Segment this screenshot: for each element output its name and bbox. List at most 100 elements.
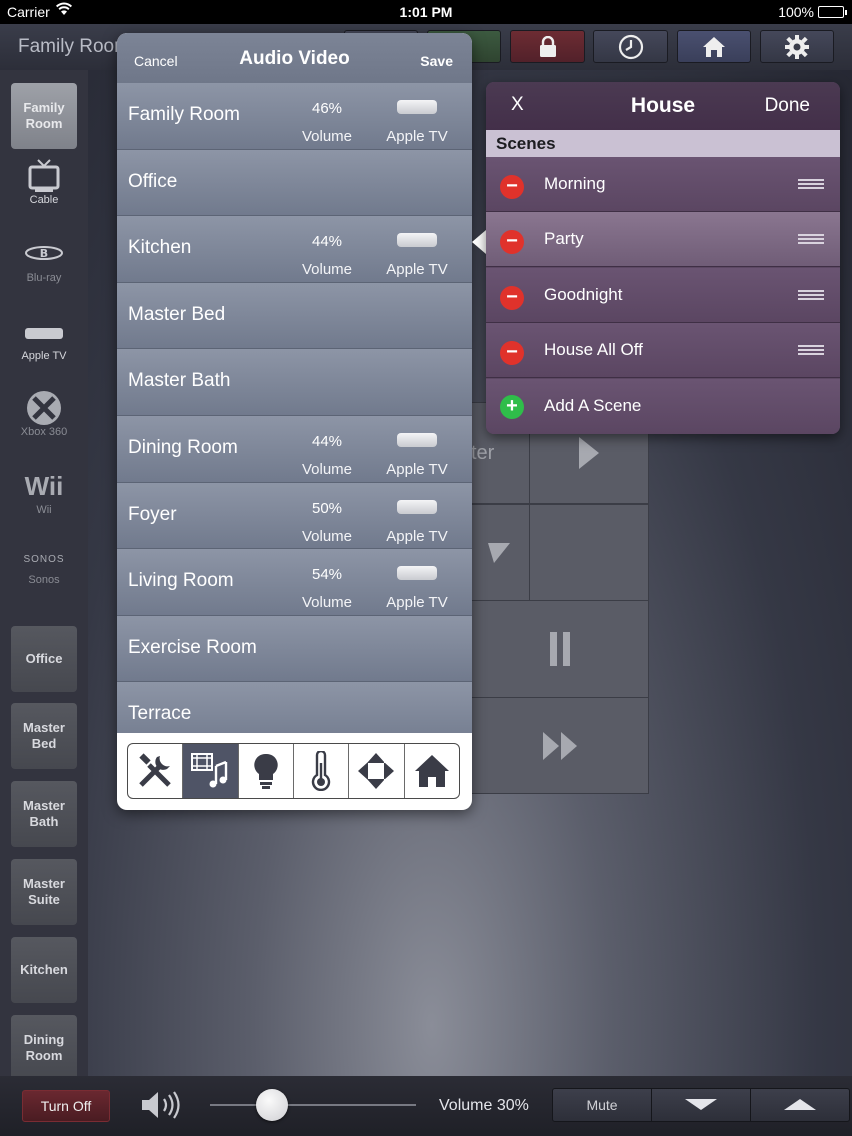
volume-slider-handle[interactable] xyxy=(255,1089,288,1121)
tab-lighting[interactable] xyxy=(239,744,294,798)
av-row-family-room[interactable]: Family Room 46% Volume Apple TV xyxy=(117,83,472,150)
sidebar-room-office[interactable]: Office xyxy=(11,626,77,692)
sidebar-room-master-bath[interactable]: Master Bath xyxy=(11,781,77,847)
svg-text:B: B xyxy=(40,247,48,260)
sidebar-source-cable[interactable]: Cable xyxy=(0,158,88,206)
sidebar-room-master-bed[interactable]: Master Bed xyxy=(11,703,77,769)
av-row-foyer[interactable]: Foyer 50% Volume Apple TV xyxy=(117,482,472,550)
blank-button[interactable] xyxy=(529,504,649,601)
av-room-list: Family Room 46% Volume Apple TV Office K… xyxy=(117,83,472,733)
tab-audio-video[interactable] xyxy=(183,744,239,798)
volume-slider-track[interactable] xyxy=(210,1104,416,1106)
room-name: Dining Room xyxy=(128,437,238,458)
home-button[interactable] xyxy=(677,30,751,63)
schedule-button[interactable] xyxy=(593,30,668,63)
scene-row-morning[interactable]: − Morning xyxy=(486,157,840,212)
source-label: Apple TV xyxy=(386,594,448,612)
av-title: Audio Video xyxy=(239,48,350,69)
scene-name: Party xyxy=(544,229,584,248)
add-icon[interactable]: + xyxy=(500,395,524,419)
sidebar-source-xbox[interactable]: Xbox 360 xyxy=(0,390,88,438)
sonos-icon: SONOS xyxy=(23,554,65,565)
done-button[interactable]: Done xyxy=(765,95,810,117)
room-name: Exercise Room xyxy=(128,636,257,658)
tv-icon xyxy=(0,158,88,194)
volume-percent: 44% xyxy=(311,233,343,251)
tab-shades[interactable] xyxy=(349,744,405,798)
reorder-handle-icon[interactable] xyxy=(798,345,824,355)
tab-tools[interactable] xyxy=(128,744,184,798)
sidebar-source-appletv[interactable]: Apple TV xyxy=(0,314,88,362)
house-panel: X House Done Scenes − Morning − Party − … xyxy=(486,82,840,434)
delete-icon[interactable]: − xyxy=(500,230,524,254)
lock-button[interactable] xyxy=(510,30,585,63)
clock-time: 1:01 PM xyxy=(399,4,453,20)
av-row-dining-room[interactable]: Dining Room 44% Volume Apple TV xyxy=(117,416,472,483)
av-row-master-bath[interactable]: Master Bath xyxy=(117,349,472,416)
arrow-down-icon xyxy=(488,542,510,563)
home-icon xyxy=(703,36,725,57)
volume-label: Volume xyxy=(301,461,353,478)
battery-percent: 100% xyxy=(778,4,814,20)
sidebar-room-master-suite[interactable]: Master Suite xyxy=(11,859,77,925)
turn-off-button[interactable]: Turn Off xyxy=(22,1090,110,1122)
add-scene-label: Add A Scene xyxy=(544,396,642,415)
delete-icon[interactable]: − xyxy=(500,341,524,365)
down-arrow-button[interactable] xyxy=(470,504,530,601)
tab-house[interactable] xyxy=(405,744,459,798)
volume-down-button[interactable] xyxy=(651,1088,751,1122)
av-row-office[interactable]: Office xyxy=(117,149,472,217)
battery-icon xyxy=(818,6,847,18)
delete-icon[interactable]: − xyxy=(500,286,524,310)
save-button[interactable]: Save xyxy=(420,53,453,69)
scene-name: House All Off xyxy=(544,340,643,359)
volume-percent: 50% xyxy=(311,499,343,517)
source-label: Apple TV xyxy=(386,261,448,279)
av-row-living-room[interactable]: Living Room 54% Volume Apple TV xyxy=(117,549,472,616)
tab-climate[interactable] xyxy=(294,744,350,798)
audio-video-panel: Cancel Audio Video Save Family Room 46% … xyxy=(117,33,472,810)
speaker-icon[interactable] xyxy=(140,1090,182,1127)
appletv-icon xyxy=(397,233,437,248)
appletv-icon xyxy=(0,314,88,350)
clock-icon xyxy=(618,34,643,59)
settings-button[interactable] xyxy=(760,30,834,63)
reorder-handle-icon[interactable] xyxy=(798,234,824,244)
scene-row-goodnight[interactable]: − Goodnight xyxy=(486,268,840,323)
mute-button[interactable]: Mute xyxy=(552,1088,652,1122)
chevron-down-icon xyxy=(685,1099,717,1110)
fast-forward-icon xyxy=(542,731,577,760)
av-row-exercise-room[interactable]: Exercise Room xyxy=(117,615,472,683)
reorder-handle-icon[interactable] xyxy=(798,290,824,300)
volume-up-button[interactable] xyxy=(750,1088,850,1122)
room-name: Master Bath xyxy=(128,370,231,392)
sidebar-room-family-room[interactable]: Family Room xyxy=(11,83,77,149)
pause-button[interactable] xyxy=(470,600,649,698)
scene-row-house-all-off[interactable]: − House All Off xyxy=(486,323,840,378)
sidebar-source-sonos[interactable]: SONOS Sonos xyxy=(0,546,88,586)
av-row-master-bed[interactable]: Master Bed xyxy=(117,282,472,350)
scene-row-party[interactable]: − Party xyxy=(486,212,840,267)
delete-icon[interactable]: − xyxy=(500,175,524,199)
volume-label: Volume xyxy=(301,527,353,545)
sidebar-room-dining-room[interactable]: Dining Room xyxy=(11,1015,77,1081)
fast-forward-button[interactable] xyxy=(470,697,649,794)
sidebar-source-wii[interactable]: Wii Wii xyxy=(0,468,88,516)
add-scene-row[interactable]: + Add A Scene xyxy=(486,379,840,434)
xbox-icon xyxy=(0,390,88,426)
pause-icon xyxy=(549,632,570,666)
volume-percent: 44% xyxy=(311,433,343,450)
room-name: Foyer xyxy=(128,503,177,525)
sidebar-source-label: Sonos xyxy=(28,574,60,586)
appletv-icon xyxy=(397,499,437,514)
av-row-terrace[interactable]: Terrace xyxy=(117,682,472,733)
room-name: Kitchen xyxy=(128,237,192,259)
reorder-handle-icon[interactable] xyxy=(798,179,824,189)
av-row-kitchen[interactable]: Kitchen 44% Volume Apple TV xyxy=(117,216,472,283)
sidebar-source-bluray[interactable]: B Blu-ray xyxy=(0,236,88,284)
partial-label: ter xyxy=(471,441,495,464)
sidebar-room-kitchen[interactable]: Kitchen xyxy=(11,937,77,1003)
house-icon xyxy=(414,755,449,787)
sidebar-source-label: Wii xyxy=(36,504,52,516)
room-name: Master Bed xyxy=(128,303,226,325)
